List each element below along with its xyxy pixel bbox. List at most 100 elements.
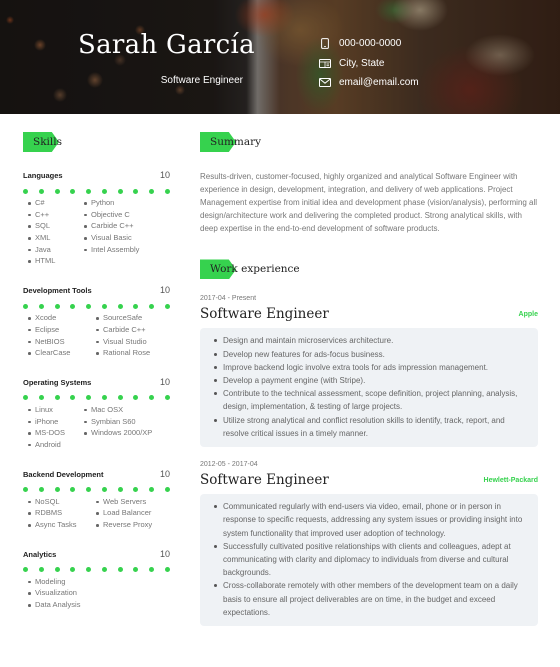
contact-location: City, State <box>318 54 419 74</box>
skill-level-dot <box>117 188 123 194</box>
skill-level-dot <box>101 567 107 573</box>
skill-group: Operating Systems 10 Linux iPhone MS-DOS Andr… <box>23 377 170 451</box>
skill-item: Intel Assembly <box>84 244 140 256</box>
skill-level-dot <box>70 188 76 194</box>
skill-item: Modeling <box>28 576 84 588</box>
contact-email-text[interactable]: email@email.com <box>339 77 419 88</box>
skill-item: Visual Studio <box>96 336 164 348</box>
skill-level-dots <box>23 395 170 401</box>
skill-level-dot <box>23 487 28 493</box>
job-company: Hewlett-Packard <box>483 476 538 484</box>
work-heading-label: Work experience <box>210 263 300 276</box>
skill-level-dot <box>23 395 28 401</box>
contact-location-text: City, State <box>339 57 385 69</box>
skill-level-dot <box>86 303 92 309</box>
skill-level-dot <box>117 567 123 573</box>
skill-level-dot <box>133 303 139 309</box>
skill-level-dot <box>86 395 92 401</box>
job-entry: 2017-04 - Present Software Engineer Apple D… <box>200 295 538 448</box>
skills-section: Skills Languages 10 C# C++ SQL XML Java HTML Pyt… <box>23 132 170 611</box>
summary-section: Summary Results-driven, customer-focused… <box>200 132 538 235</box>
skill-level-dot <box>164 487 170 493</box>
job-description-box: Design and maintain microservices archit… <box>200 328 538 448</box>
job-title: Software Engineer <box>200 472 329 489</box>
skill-level-dot <box>133 395 139 401</box>
skill-level-dot <box>38 395 44 401</box>
skill-item: Web Servers <box>96 496 164 508</box>
skills-heading-label: Skills <box>33 136 63 148</box>
skill-item: Load Balancer <box>96 507 164 519</box>
skill-column: Mac OSX Symbian S60 Windows 2000/XP <box>84 404 152 451</box>
job-title-row: Software Engineer Apple <box>200 306 538 322</box>
envelope-icon <box>318 77 332 89</box>
skill-item: Eclipse <box>28 324 96 336</box>
skill-level-dot <box>149 567 155 573</box>
summary-heading: Summary <box>200 132 538 152</box>
skill-level-dot <box>38 567 44 573</box>
job-date: 2012-05 - 2017-04 <box>200 461 258 469</box>
job-title: Software Engineer <box>200 306 329 323</box>
skill-item: XML <box>28 232 84 244</box>
contact-list: 000-000-0000 City, State email@email.com <box>318 34 419 93</box>
job-title-row: Software Engineer Hewlett-Packard <box>200 472 538 488</box>
skill-group: Languages 10 C# C++ SQL XML Java HTML Python Obje… <box>23 170 170 267</box>
job-bullet: Utilize strong analytical and conflict r… <box>214 414 528 440</box>
skill-level-dot <box>38 303 44 309</box>
skill-group: Development Tools 10 Xcode Eclipse NetBIOS Cl… <box>23 285 170 359</box>
job-entry: 2012-05 - 2017-04 Software Engineer Hewlet… <box>200 461 538 626</box>
skill-level-dot <box>23 567 28 573</box>
job-bullet: Improve backend logic involve extra tool… <box>214 361 528 374</box>
job-bullet: Contribute to the technical assessment, … <box>214 387 528 413</box>
skill-level-dot <box>101 395 107 401</box>
contact-phone: 000-000-0000 <box>318 34 419 54</box>
skill-group-header: Development Tools 10 <box>23 285 170 299</box>
skill-level-value: 10 <box>159 376 170 387</box>
skill-level-dot <box>149 395 155 401</box>
skill-level-dot <box>54 567 60 573</box>
skill-item: Java <box>28 244 84 256</box>
contact-phone-text[interactable]: 000-000-0000 <box>339 38 401 49</box>
skill-group: Analytics 10 Modeling Visualization Data Ana… <box>23 549 170 611</box>
contact-email: email@email.com <box>318 73 419 93</box>
skill-item: SourceSafe <box>96 312 164 324</box>
job-bullet: Develop a payment engine (with Stripe). <box>214 374 528 387</box>
job-bullet: Design and maintain microservices archit… <box>214 334 528 347</box>
skill-level-dot <box>149 188 155 194</box>
skill-column: Linux iPhone MS-DOS Android <box>28 404 84 451</box>
skill-item: NoSQL <box>28 496 96 508</box>
skill-item: Mac OSX <box>84 404 140 416</box>
skill-column: Python Objective C Carbide C++ Visual Basic… <box>84 197 140 267</box>
skill-level-dot <box>149 303 155 309</box>
skill-level-dots <box>23 567 170 573</box>
work-heading: Work experience <box>200 259 538 280</box>
skill-level-value: 10 <box>159 548 170 559</box>
skill-item: Reverse Proxy <box>96 519 164 531</box>
skill-level-dot <box>70 567 76 573</box>
job-bullet: Successfully cultivated positive relatio… <box>214 540 528 580</box>
skill-level-dot <box>54 395 60 401</box>
job-description-box: Communicated regularly with end-users vi… <box>200 494 538 626</box>
skill-group-name: Analytics <box>23 549 57 559</box>
skill-level-dot <box>164 303 170 309</box>
skill-column: Web Servers Load Balancer Reverse Proxy <box>96 496 164 531</box>
skill-level-dot <box>38 487 44 493</box>
skill-group-header: Languages 10 <box>23 170 170 184</box>
resume-header: Sarah García Software Engineer 000-000-0… <box>0 0 560 114</box>
job-bullet-list: Communicated regularly with end-users vi… <box>214 500 528 619</box>
skill-item: ClearCase <box>28 347 96 359</box>
skill-item: Visual Basic <box>84 232 140 244</box>
skill-item: Android <box>28 439 84 451</box>
skill-group-name: Development Tools <box>23 286 92 296</box>
skill-item: Linux <box>28 404 84 416</box>
skill-group-name: Languages <box>23 171 63 180</box>
skill-items: NoSQL RDBMS Async Tasks Web Servers Load Bal… <box>23 496 170 531</box>
skill-level-dot <box>133 567 139 573</box>
skill-level-dot <box>101 188 107 194</box>
skill-level-dots <box>23 188 170 194</box>
skill-group-header: Operating Systems 10 <box>23 377 170 391</box>
skill-item: Visualization <box>28 587 84 599</box>
person-name: Sarah García <box>78 30 255 60</box>
job-bullet: Develop new features for ads-focus busin… <box>214 348 528 361</box>
skill-items: Xcode Eclipse NetBIOS ClearCase SourceSafe Ca… <box>23 312 170 359</box>
skill-level-dot <box>117 487 123 493</box>
